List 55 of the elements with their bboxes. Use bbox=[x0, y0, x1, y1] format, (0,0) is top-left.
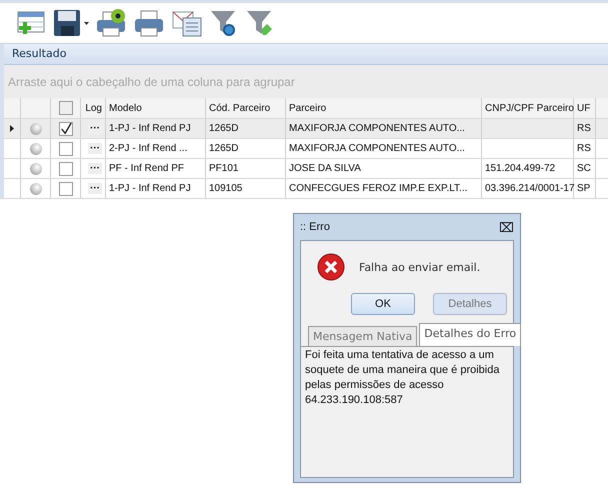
table-row[interactable]: ··· 2-PJ - Inf Rend ... 1265D MAXIFORJA COMPONENTES AUTO... RS bbox=[4, 139, 608, 159]
dialog-title: :: Erro bbox=[300, 221, 330, 233]
table-cell: PF - Inf Rend PF bbox=[109, 163, 184, 174]
row-checkbox[interactable] bbox=[58, 142, 72, 156]
log-button[interactable]: ··· bbox=[88, 163, 102, 174]
table-cell: RS bbox=[577, 143, 591, 154]
status-light-icon bbox=[30, 182, 42, 194]
table-cell: 1-PJ - Inf Rend PJ bbox=[109, 183, 191, 194]
table-row[interactable]: ··· 1-PJ - Inf Rend PJ 1265D MAXIFORJA COMPONENTES AUTO... RS bbox=[4, 119, 608, 139]
close-button[interactable]: ⌧ bbox=[499, 220, 514, 234]
printer-help-icon[interactable] bbox=[95, 8, 127, 38]
dialog-button[interactable]: OK bbox=[351, 293, 415, 315]
table-cell: 1265D bbox=[209, 123, 238, 134]
status-light-icon bbox=[30, 142, 42, 154]
column-header[interactable]: UF bbox=[574, 98, 596, 118]
table-cell: SP bbox=[577, 183, 590, 194]
status-light-icon bbox=[30, 162, 42, 174]
table-cell: 2-PJ - Inf Rend ... bbox=[109, 143, 188, 154]
log-button[interactable]: ··· bbox=[88, 183, 102, 194]
table-cell: MAXIFORJA COMPONENTES AUTO... bbox=[289, 123, 465, 134]
table-cell: PF101 bbox=[209, 163, 238, 174]
panel-title: Resultado bbox=[4, 44, 608, 65]
printer-icon[interactable] bbox=[133, 8, 165, 38]
row-checkbox[interactable] bbox=[58, 162, 72, 176]
table-cell: 109105 bbox=[209, 183, 242, 194]
table-cell: MAXIFORJA COMPONENTES AUTO... bbox=[289, 143, 465, 154]
group-hint: Arraste aqui o cabeçalho de uma coluna para agrupar bbox=[8, 74, 295, 88]
column-header[interactable]: Modelo bbox=[106, 98, 206, 118]
funnel-eraser-icon[interactable] bbox=[245, 8, 275, 38]
table-cell: 1265D bbox=[209, 143, 238, 154]
table-cell: JOSE DA SILVA bbox=[289, 163, 361, 174]
row-checkbox[interactable] bbox=[58, 182, 72, 196]
error-icon bbox=[317, 253, 345, 281]
log-button[interactable]: ··· bbox=[88, 143, 102, 154]
table-row[interactable]: ··· PF - Inf Rend PF PF101 JOSE DA SILVA 151.204.499-72 SC bbox=[4, 159, 608, 179]
table-cell: 151.204.499-72 bbox=[485, 163, 556, 174]
column-header[interactable]: CNPJ/CPF Parceiro bbox=[482, 98, 574, 118]
table-cell: 1-PJ - Inf Rend PJ bbox=[109, 123, 191, 134]
table-cell: RS bbox=[577, 123, 591, 134]
table-row[interactable]: ··· 1-PJ - Inf Rend PJ 109105 CONFECGUES FEROZ IMP.E EXP.LT... 03.396.214/0001-17 SP bbox=[4, 179, 608, 199]
table-cell: CONFECGUES FEROZ IMP.E EXP.LT... bbox=[289, 183, 468, 194]
current-row-icon bbox=[10, 125, 14, 132]
column-header[interactable]: Log bbox=[81, 98, 106, 118]
table-cell: 03.396.214/0001-17 bbox=[485, 183, 575, 194]
tab[interactable]: Detalhes do Erro bbox=[419, 323, 522, 346]
column-header[interactable]: Cód. Parceiro bbox=[206, 98, 286, 118]
caret-icon[interactable] bbox=[84, 22, 89, 24]
table-cell: SC bbox=[577, 163, 591, 174]
column-header[interactable]: Parceiro bbox=[286, 98, 482, 118]
header-checkbox[interactable] bbox=[58, 101, 72, 115]
status-light-icon bbox=[30, 122, 42, 134]
details-text: Foi feita uma tentativa de acesso a um soquete de uma maneira que é proibida pelas permissões de acesso 64.233.190.108:587 bbox=[305, 349, 500, 406]
tab[interactable]: Mensagem Nativa bbox=[308, 326, 418, 346]
row-checkbox[interactable] bbox=[58, 122, 72, 136]
error-message: Falha ao enviar email. bbox=[359, 260, 480, 274]
